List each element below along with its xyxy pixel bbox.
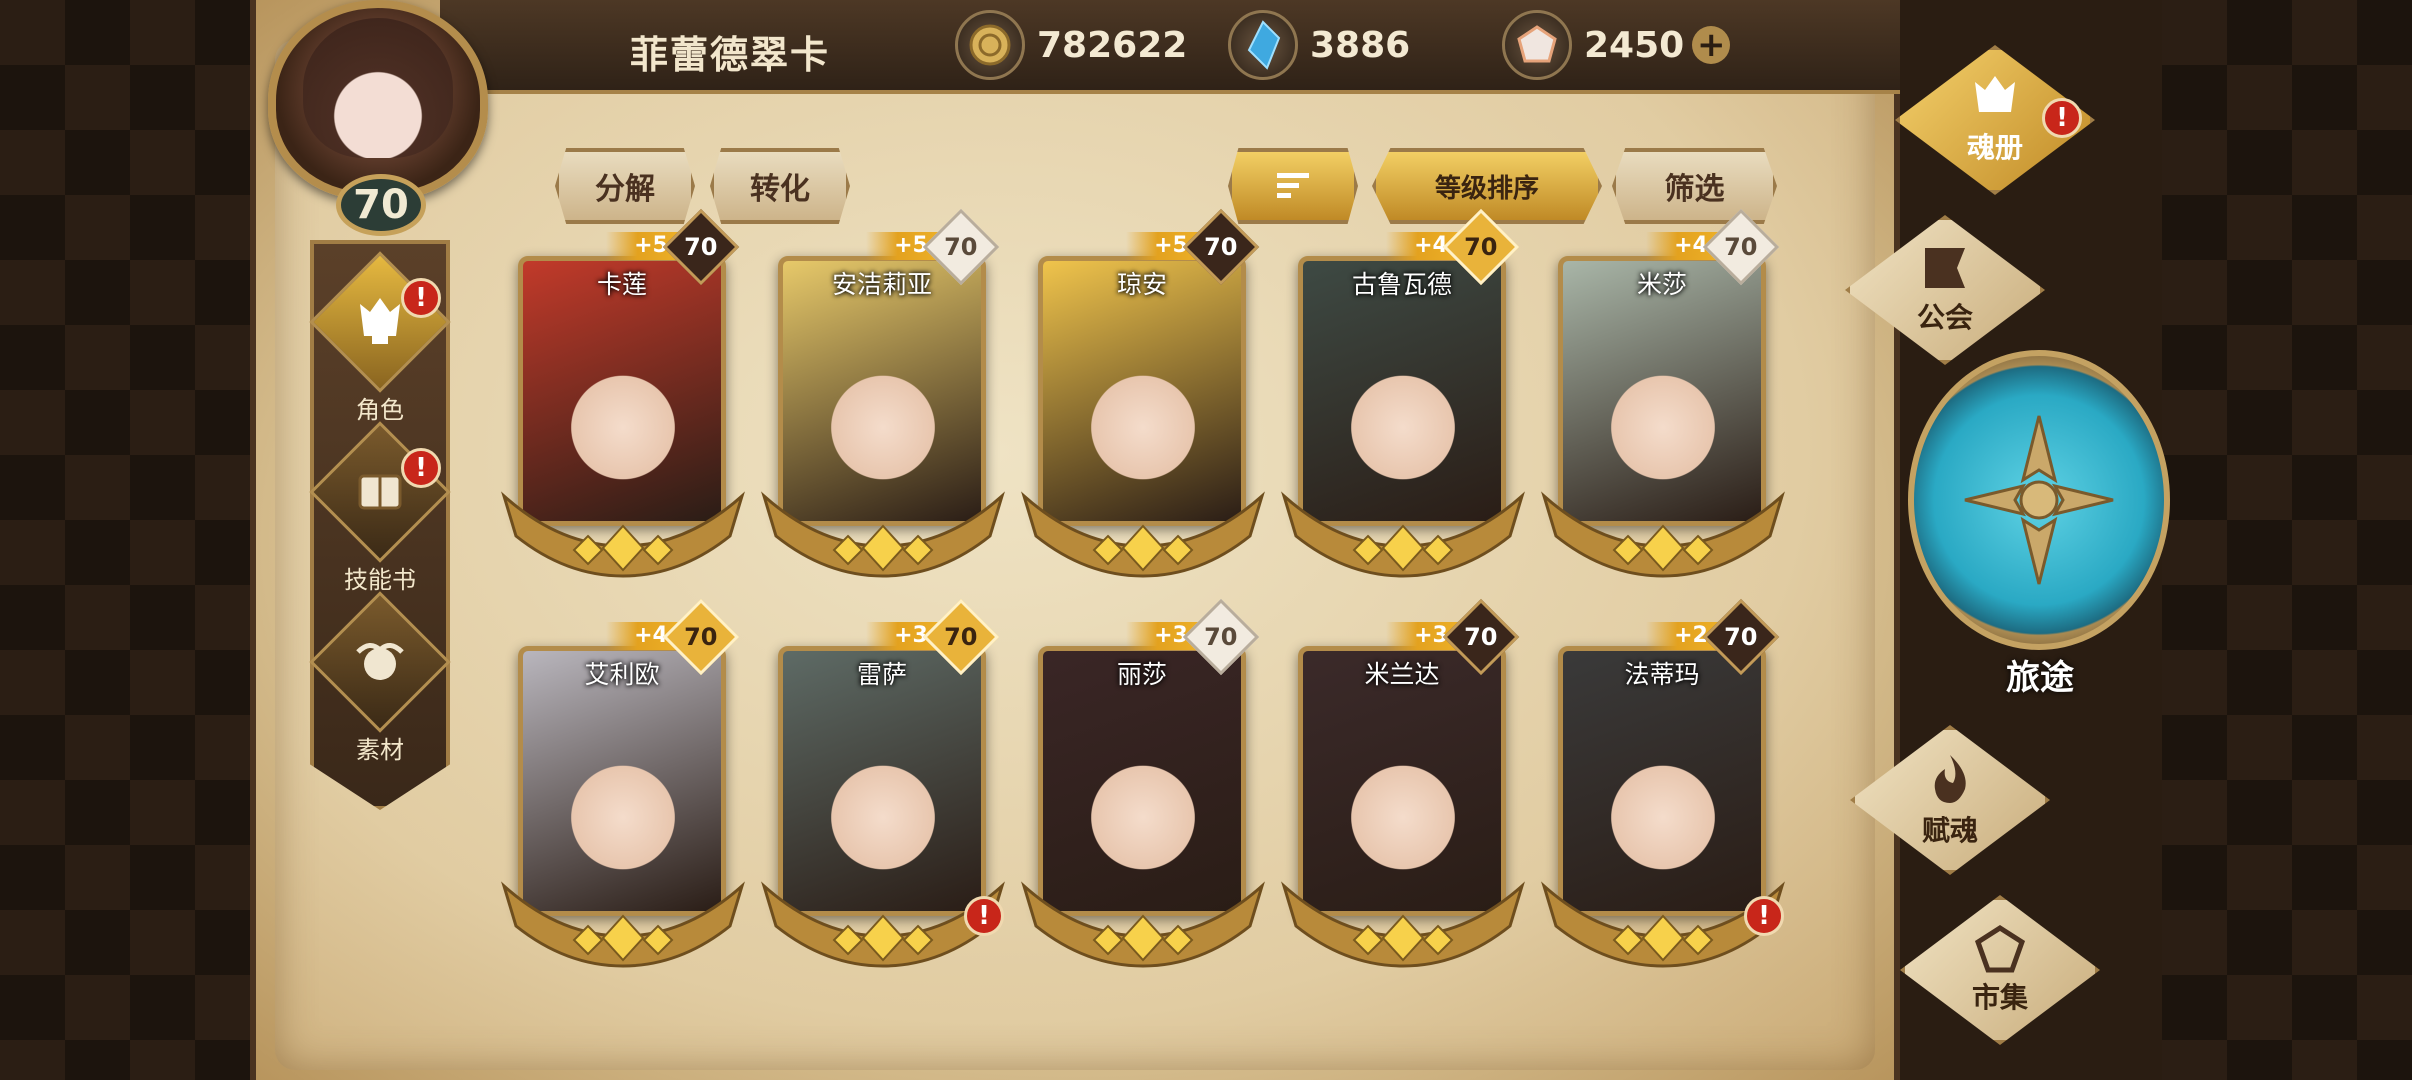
hero-name: 古鲁瓦德 [1351, 270, 1452, 299]
hero-face [823, 356, 943, 486]
hero-name: 米兰达 [1364, 660, 1440, 689]
hero-card[interactable]: 安洁莉亚 +5 70 [761, 208, 1005, 596]
hero-level: 70 [944, 623, 978, 651]
gold-wings-rank-icon [1021, 881, 1265, 968]
hero-level: 70 [1204, 623, 1238, 651]
hero-level: 70 [1464, 623, 1498, 651]
hero-level: 70 [1204, 233, 1238, 261]
hero-card[interactable]: 米莎 +4 70 [1541, 208, 1785, 596]
guild-banner-icon [1925, 248, 1965, 288]
hero-name: 安洁莉亚 [831, 270, 932, 299]
hero-card[interactable]: 丽莎 +3 70 [1021, 598, 1265, 986]
hero-card[interactable]: 古鲁瓦德 +4 70 [1281, 208, 1525, 596]
level-sort-button[interactable]: 等级排序 [1372, 148, 1602, 224]
hero-level: 70 [1464, 233, 1498, 261]
hero-level: 70 [1724, 623, 1758, 651]
journey-emblem [1908, 350, 2170, 650]
hero-face [1083, 746, 1203, 876]
gem-market-icon [1974, 925, 2026, 973]
decompose-button[interactable]: 分解 [555, 148, 695, 224]
hero-alert-icon: ! [964, 896, 1004, 936]
guild-label: 公会 [1916, 301, 1973, 334]
gold-wings-rank-icon [501, 491, 745, 578]
gold-currency: 782622 [955, 10, 1187, 80]
character-alert-icon: ! [401, 278, 441, 318]
gold-wings-rank-icon [1541, 491, 1785, 578]
materials-menu-icon [309, 591, 451, 733]
menu-skillbook-label: 技能书 [344, 566, 416, 594]
hero-card[interactable]: 琼安 +5 70 [1021, 208, 1265, 596]
skillbook-alert-icon: ! [401, 448, 441, 488]
hero-name: 艾利欧 [584, 660, 660, 689]
hero-level: 70 [684, 623, 718, 651]
market-label: 市集 [1971, 981, 2028, 1014]
character-menu-icon [309, 251, 451, 393]
hero-name: 米莎 [1636, 270, 1687, 299]
hero-face [563, 356, 683, 486]
hero-face [1603, 356, 1723, 486]
menu-skillbook[interactable]: 技能书 ! [309, 421, 451, 594]
gold-wings-rank-icon [1281, 881, 1525, 968]
soulbook-icon [1975, 76, 2015, 112]
hero-card[interactable]: 艾利欧 +4 70 [501, 598, 745, 986]
soulbook-alert-icon: ! [2042, 98, 2082, 138]
sort-order-button[interactable] [1228, 148, 1358, 224]
skillbook-menu-icon [309, 421, 451, 563]
hero-face [1343, 746, 1463, 876]
hero-card[interactable]: 米兰达 +3 70 [1281, 598, 1525, 986]
gold-amount: 782622 [1037, 24, 1188, 66]
hero-face [1083, 356, 1203, 486]
blue-crystal-icon [1228, 10, 1298, 80]
hero-name: 卡莲 [596, 270, 647, 299]
journey-label: 旅途 [2006, 658, 2074, 698]
menu-character[interactable]: 角色 ! [309, 251, 451, 424]
player-level-badge: 70 [336, 174, 426, 236]
menu-materials[interactable]: 素材 [309, 591, 451, 764]
menu-materials-label: 素材 [356, 736, 404, 764]
hero-name: 琼安 [1116, 270, 1167, 299]
journey-compass-icon [1964, 415, 2114, 585]
sort-icon [1277, 173, 1309, 198]
menu-character-label: 角色 [356, 396, 404, 424]
add-gem-button[interactable]: + [1692, 26, 1731, 64]
gold-wings-rank-icon [761, 491, 1005, 578]
right-background-pattern [2162, 0, 2412, 1080]
flame-swirl-icon [1934, 755, 1966, 803]
journey-button[interactable]: 旅途 [1900, 350, 2180, 698]
hero-level: 70 [944, 233, 978, 261]
hero-face [1603, 746, 1723, 876]
hero-face [563, 746, 683, 876]
convert-button[interactable]: 转化 [710, 148, 850, 224]
soulbook-label: 魂册 [1966, 131, 2023, 164]
player-avatar[interactable]: 70 [248, 0, 518, 240]
market-button[interactable]: 市集 [1900, 895, 2100, 1045]
hero-name: 法蒂玛 [1624, 660, 1700, 689]
hero-level: 70 [684, 233, 718, 261]
player-name: 菲蕾德翠卡 [630, 33, 831, 77]
hero-alert-icon: ! [1744, 896, 1784, 936]
crystal-currency: 3886 [1228, 10, 1410, 80]
hero-level: 70 [1724, 233, 1758, 261]
ascend-label: 赋魂 [1921, 814, 1978, 847]
hero-card[interactable]: 雷萨 +3 70! [761, 598, 1005, 986]
gold-coin-icon [955, 10, 1025, 80]
gem-currency: 2450 + [1502, 10, 1731, 80]
hero-face [823, 746, 943, 876]
avatar-portrait [303, 18, 453, 158]
hero-card[interactable]: 卡莲 +5 70 [501, 208, 745, 596]
filter-button[interactable]: 筛选 [1612, 148, 1777, 224]
gold-wings-rank-icon [1281, 491, 1525, 578]
hero-name: 雷萨 [856, 660, 907, 689]
left-background-pattern [0, 0, 250, 1080]
hero-name: 丽莎 [1116, 660, 1167, 689]
hero-face [1343, 356, 1463, 486]
hero-card[interactable]: 法蒂玛 +2 70! [1541, 598, 1785, 986]
gold-wings-rank-icon [501, 881, 745, 968]
gem-amount: 2450 [1584, 24, 1685, 66]
gold-wings-rank-icon [1021, 491, 1265, 578]
gem-icon [1502, 10, 1572, 80]
crystal-amount: 3886 [1310, 24, 1411, 66]
